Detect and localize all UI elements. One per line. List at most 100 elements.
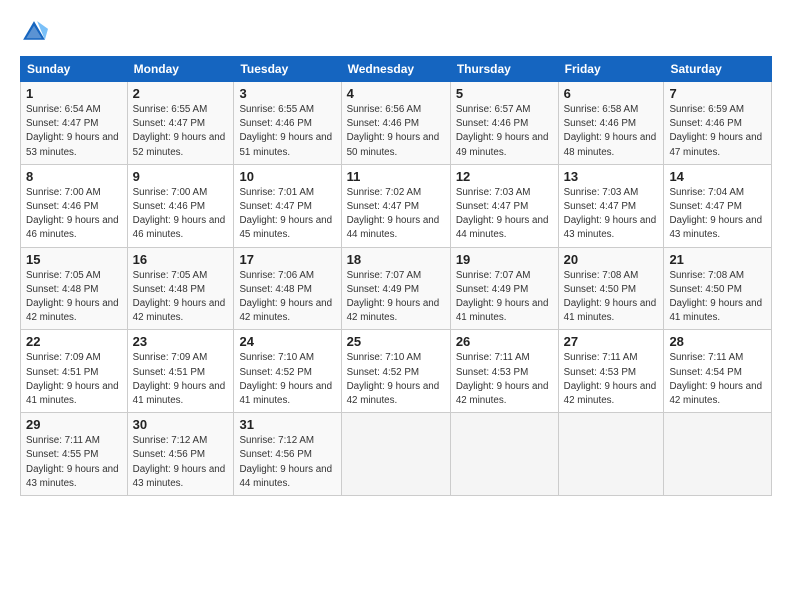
day-number: 18 — [347, 252, 445, 267]
day-number: 13 — [564, 169, 659, 184]
calendar-cell: 14 Sunrise: 7:04 AMSunset: 4:47 PMDaylig… — [664, 164, 772, 247]
weekday-header: Saturday — [664, 57, 772, 82]
header — [20, 18, 772, 46]
weekday-header: Sunday — [21, 57, 128, 82]
day-number: 27 — [564, 334, 659, 349]
day-info: Sunrise: 7:11 AMSunset: 4:55 PMDaylight:… — [26, 435, 119, 489]
weekday-header: Tuesday — [234, 57, 341, 82]
day-info: Sunrise: 7:10 AMSunset: 4:52 PMDaylight:… — [239, 352, 332, 406]
day-info: Sunrise: 6:58 AMSunset: 4:46 PMDaylight:… — [564, 104, 657, 158]
weekday-header: Monday — [127, 57, 234, 82]
day-info: Sunrise: 7:11 AMSunset: 4:54 PMDaylight:… — [669, 352, 762, 406]
calendar-cell: 8 Sunrise: 7:00 AMSunset: 4:46 PMDayligh… — [21, 164, 128, 247]
calendar-cell — [341, 413, 450, 496]
calendar-table: SundayMondayTuesdayWednesdayThursdayFrid… — [20, 56, 772, 496]
day-number: 9 — [133, 169, 229, 184]
logo — [20, 18, 52, 46]
calendar-week-row: 22 Sunrise: 7:09 AMSunset: 4:51 PMDaylig… — [21, 330, 772, 413]
calendar-cell: 31 Sunrise: 7:12 AMSunset: 4:56 PMDaylig… — [234, 413, 341, 496]
day-number: 8 — [26, 169, 122, 184]
day-number: 7 — [669, 86, 766, 101]
calendar-cell: 6 Sunrise: 6:58 AMSunset: 4:46 PMDayligh… — [558, 82, 664, 165]
day-number: 20 — [564, 252, 659, 267]
calendar-week-row: 29 Sunrise: 7:11 AMSunset: 4:55 PMDaylig… — [21, 413, 772, 496]
logo-icon — [20, 18, 48, 46]
day-info: Sunrise: 6:59 AMSunset: 4:46 PMDaylight:… — [669, 104, 762, 158]
calendar-cell: 26 Sunrise: 7:11 AMSunset: 4:53 PMDaylig… — [450, 330, 558, 413]
calendar-cell: 16 Sunrise: 7:05 AMSunset: 4:48 PMDaylig… — [127, 247, 234, 330]
calendar-cell: 21 Sunrise: 7:08 AMSunset: 4:50 PMDaylig… — [664, 247, 772, 330]
day-number: 30 — [133, 417, 229, 432]
day-number: 31 — [239, 417, 335, 432]
day-info: Sunrise: 6:56 AMSunset: 4:46 PMDaylight:… — [347, 104, 440, 158]
weekday-header-row: SundayMondayTuesdayWednesdayThursdayFrid… — [21, 57, 772, 82]
day-info: Sunrise: 7:11 AMSunset: 4:53 PMDaylight:… — [456, 352, 549, 406]
calendar-cell: 23 Sunrise: 7:09 AMSunset: 4:51 PMDaylig… — [127, 330, 234, 413]
calendar-cell: 18 Sunrise: 7:07 AMSunset: 4:49 PMDaylig… — [341, 247, 450, 330]
day-info: Sunrise: 7:08 AMSunset: 4:50 PMDaylight:… — [669, 270, 762, 324]
calendar-cell: 12 Sunrise: 7:03 AMSunset: 4:47 PMDaylig… — [450, 164, 558, 247]
calendar-cell: 5 Sunrise: 6:57 AMSunset: 4:46 PMDayligh… — [450, 82, 558, 165]
day-number: 6 — [564, 86, 659, 101]
day-info: Sunrise: 7:11 AMSunset: 4:53 PMDaylight:… — [564, 352, 657, 406]
day-info: Sunrise: 7:05 AMSunset: 4:48 PMDaylight:… — [133, 270, 226, 324]
day-info: Sunrise: 7:12 AMSunset: 4:56 PMDaylight:… — [239, 435, 332, 489]
day-info: Sunrise: 7:05 AMSunset: 4:48 PMDaylight:… — [26, 270, 119, 324]
day-number: 28 — [669, 334, 766, 349]
day-info: Sunrise: 7:09 AMSunset: 4:51 PMDaylight:… — [133, 352, 226, 406]
calendar-cell: 9 Sunrise: 7:00 AMSunset: 4:46 PMDayligh… — [127, 164, 234, 247]
day-info: Sunrise: 7:12 AMSunset: 4:56 PMDaylight:… — [133, 435, 226, 489]
day-info: Sunrise: 7:03 AMSunset: 4:47 PMDaylight:… — [456, 187, 549, 241]
day-info: Sunrise: 7:06 AMSunset: 4:48 PMDaylight:… — [239, 270, 332, 324]
day-number: 2 — [133, 86, 229, 101]
calendar-cell — [450, 413, 558, 496]
day-number: 15 — [26, 252, 122, 267]
day-info: Sunrise: 7:00 AMSunset: 4:46 PMDaylight:… — [26, 187, 119, 241]
day-number: 16 — [133, 252, 229, 267]
calendar-cell: 11 Sunrise: 7:02 AMSunset: 4:47 PMDaylig… — [341, 164, 450, 247]
weekday-header: Wednesday — [341, 57, 450, 82]
day-info: Sunrise: 7:01 AMSunset: 4:47 PMDaylight:… — [239, 187, 332, 241]
weekday-header: Friday — [558, 57, 664, 82]
day-number: 19 — [456, 252, 553, 267]
page: SundayMondayTuesdayWednesdayThursdayFrid… — [0, 0, 792, 612]
calendar-cell: 19 Sunrise: 7:07 AMSunset: 4:49 PMDaylig… — [450, 247, 558, 330]
calendar-cell: 3 Sunrise: 6:55 AMSunset: 4:46 PMDayligh… — [234, 82, 341, 165]
calendar-cell: 17 Sunrise: 7:06 AMSunset: 4:48 PMDaylig… — [234, 247, 341, 330]
calendar-cell: 10 Sunrise: 7:01 AMSunset: 4:47 PMDaylig… — [234, 164, 341, 247]
day-info: Sunrise: 6:54 AMSunset: 4:47 PMDaylight:… — [26, 104, 119, 158]
day-info: Sunrise: 7:04 AMSunset: 4:47 PMDaylight:… — [669, 187, 762, 241]
calendar-cell: 29 Sunrise: 7:11 AMSunset: 4:55 PMDaylig… — [21, 413, 128, 496]
day-number: 26 — [456, 334, 553, 349]
day-info: Sunrise: 7:02 AMSunset: 4:47 PMDaylight:… — [347, 187, 440, 241]
calendar-cell: 25 Sunrise: 7:10 AMSunset: 4:52 PMDaylig… — [341, 330, 450, 413]
calendar-cell: 30 Sunrise: 7:12 AMSunset: 4:56 PMDaylig… — [127, 413, 234, 496]
day-info: Sunrise: 7:08 AMSunset: 4:50 PMDaylight:… — [564, 270, 657, 324]
day-number: 4 — [347, 86, 445, 101]
day-info: Sunrise: 7:07 AMSunset: 4:49 PMDaylight:… — [347, 270, 440, 324]
day-number: 24 — [239, 334, 335, 349]
calendar-cell: 7 Sunrise: 6:59 AMSunset: 4:46 PMDayligh… — [664, 82, 772, 165]
calendar-week-row: 1 Sunrise: 6:54 AMSunset: 4:47 PMDayligh… — [21, 82, 772, 165]
day-info: Sunrise: 7:00 AMSunset: 4:46 PMDaylight:… — [133, 187, 226, 241]
day-number: 21 — [669, 252, 766, 267]
day-number: 29 — [26, 417, 122, 432]
day-number: 1 — [26, 86, 122, 101]
day-number: 12 — [456, 169, 553, 184]
day-info: Sunrise: 7:09 AMSunset: 4:51 PMDaylight:… — [26, 352, 119, 406]
calendar-cell: 1 Sunrise: 6:54 AMSunset: 4:47 PMDayligh… — [21, 82, 128, 165]
weekday-header: Thursday — [450, 57, 558, 82]
calendar-cell — [664, 413, 772, 496]
calendar-cell: 4 Sunrise: 6:56 AMSunset: 4:46 PMDayligh… — [341, 82, 450, 165]
calendar-cell: 13 Sunrise: 7:03 AMSunset: 4:47 PMDaylig… — [558, 164, 664, 247]
day-info: Sunrise: 6:55 AMSunset: 4:46 PMDaylight:… — [239, 104, 332, 158]
calendar-cell: 22 Sunrise: 7:09 AMSunset: 4:51 PMDaylig… — [21, 330, 128, 413]
day-number: 17 — [239, 252, 335, 267]
day-info: Sunrise: 7:10 AMSunset: 4:52 PMDaylight:… — [347, 352, 440, 406]
day-number: 3 — [239, 86, 335, 101]
calendar-cell: 2 Sunrise: 6:55 AMSunset: 4:47 PMDayligh… — [127, 82, 234, 165]
calendar-cell: 27 Sunrise: 7:11 AMSunset: 4:53 PMDaylig… — [558, 330, 664, 413]
day-info: Sunrise: 6:55 AMSunset: 4:47 PMDaylight:… — [133, 104, 226, 158]
calendar-week-row: 8 Sunrise: 7:00 AMSunset: 4:46 PMDayligh… — [21, 164, 772, 247]
day-number: 22 — [26, 334, 122, 349]
